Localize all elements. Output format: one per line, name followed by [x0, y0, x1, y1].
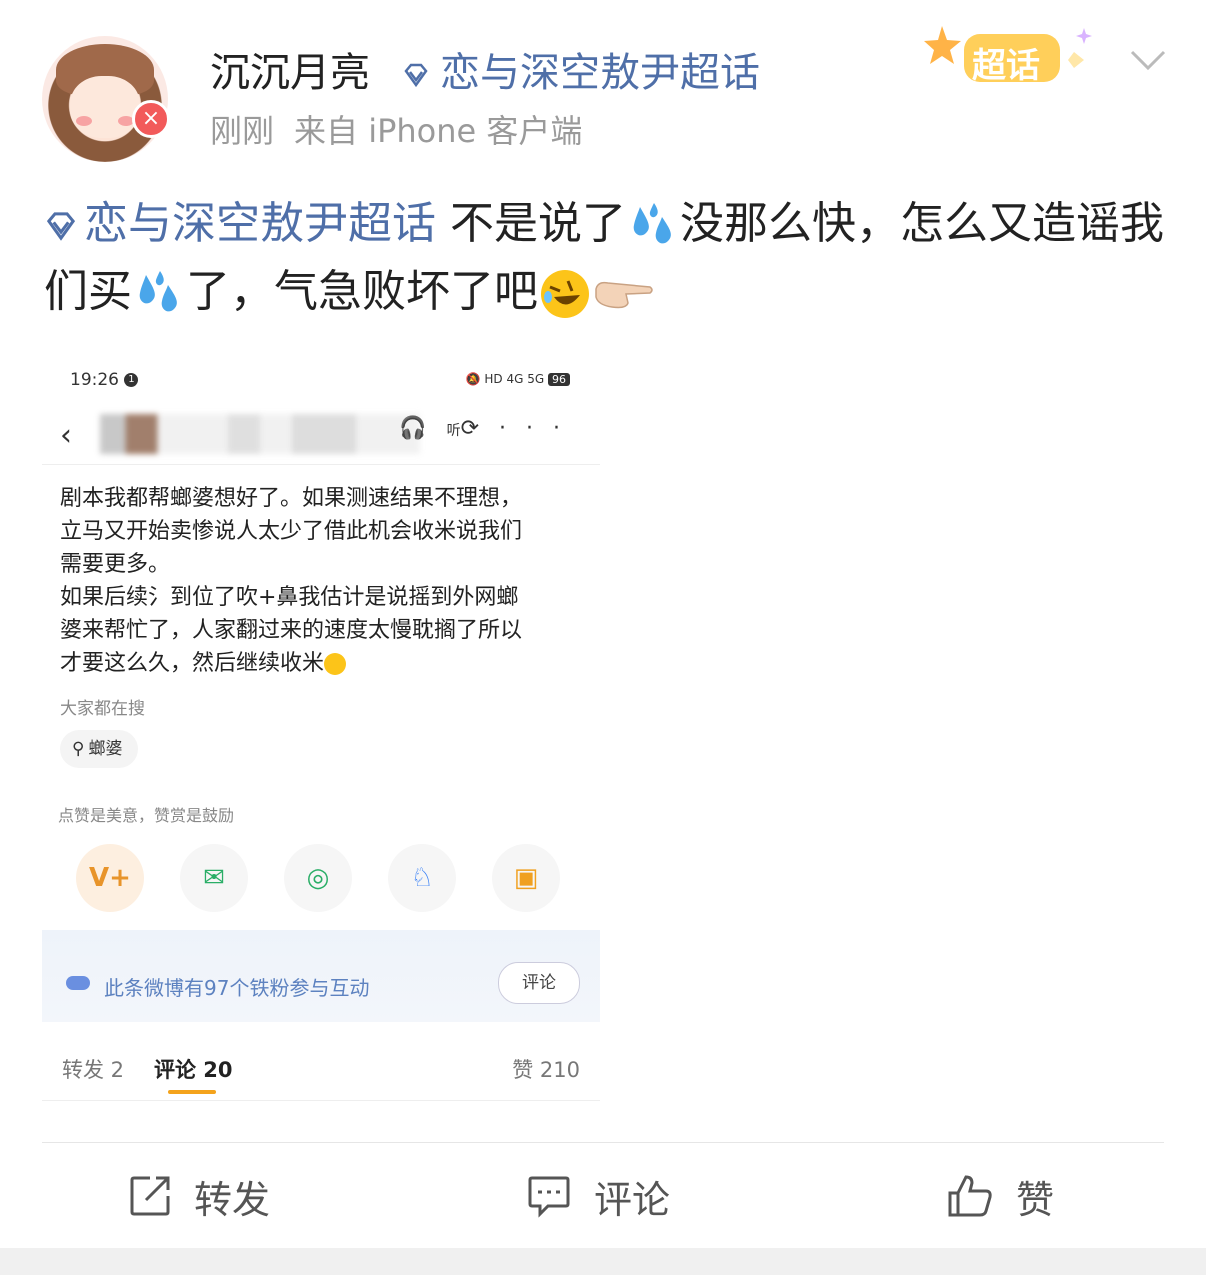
- bottom-separator: [0, 1248, 1206, 1275]
- pointing-hand-emoji-icon: [595, 281, 653, 309]
- mute-bell-icon: 🔕: [465, 372, 481, 386]
- avatar[interactable]: [42, 36, 168, 162]
- body-line: 如果后续氵到位了吹+鼻我估计是说摇到外网螂: [60, 585, 519, 610]
- trending-search-chip[interactable]: ⚲ 螂婆: [60, 730, 139, 768]
- embedded-post-body: 剧本我都帮螂婆想好了。如果测速结果不理想， 立马又开始卖惨说人太少了借此机会收米…: [60, 482, 585, 680]
- avatar-blush: [76, 116, 92, 126]
- close-badge-icon: ×: [132, 100, 170, 138]
- status-bar-time: 19:26 1: [70, 370, 139, 390]
- tab-comment[interactable]: 评论 20: [154, 1054, 233, 1084]
- comment-label: 评论: [594, 1177, 671, 1222]
- praise-hint: 点赞是美意，赞赏是鼓励: [58, 806, 235, 825]
- signal-5g-label: 5G: [527, 372, 545, 386]
- status-bar-icons: 🔕 HD 4G 5G 96: [466, 372, 570, 386]
- back-arrow-icon[interactable]: ‹: [60, 418, 72, 453]
- fans-comment-button[interactable]: 评论: [498, 962, 580, 1004]
- embedded-tabs: 转发 2 评论 20 赞 210: [42, 1036, 600, 1101]
- body-line: 剧本我都帮螂婆想好了。如果测速结果不理想，: [60, 486, 523, 511]
- embedded-nav-bar: ‹ 🎧听⟳···: [42, 404, 600, 465]
- battery-level: 96: [548, 373, 570, 386]
- search-icon: ⚲: [72, 739, 85, 759]
- super-topic-badge[interactable]: 超话: [924, 22, 1104, 96]
- sweat-drops-emoji-icon: [633, 203, 671, 244]
- super-topic-badge-label: 超话: [972, 46, 1040, 86]
- rolling-laughing-emoji-icon: [541, 270, 589, 318]
- post-text-part: 了，气急败坏了吧: [186, 266, 538, 317]
- body-line: 才要这么久，然后继续收米: [60, 647, 585, 680]
- fans-interaction-text: 此条微博有97个铁粉参与互动: [104, 976, 370, 1000]
- vip-reward-icon[interactable]: V+: [76, 844, 144, 912]
- sweat-drops-emoji-icon: [139, 271, 177, 312]
- post-time: 刚刚: [210, 112, 275, 150]
- diamond-icon: [404, 63, 428, 88]
- body-line: 需要更多。: [60, 552, 171, 577]
- body-line: 婆来帮忙了，人家翻过来的速度太慢耽搁了所以: [60, 618, 523, 643]
- share-row: V+ ✉ ◎ ♘ ▣: [76, 844, 576, 914]
- username[interactable]: 沉沉月亮: [210, 40, 370, 98]
- post-text-part: 不是说了: [436, 198, 626, 249]
- avatar-face: [70, 76, 140, 138]
- shushing-face-emoji-icon: [324, 653, 347, 675]
- body-line: 立马又开始卖惨说人太少了借此机会收米说我们: [60, 519, 523, 544]
- active-tab-underline: [168, 1090, 216, 1094]
- save-image-icon[interactable]: ▣: [492, 844, 560, 912]
- embedded-screenshot[interactable]: 19:26 1 🔕 HD 4G 5G 96 ‹ 🎧听⟳··· 剧本我都帮螂婆想好…: [42, 356, 600, 1101]
- comment-icon: [528, 1176, 570, 1218]
- hd-label: HD: [484, 372, 503, 386]
- divider: [42, 1142, 1164, 1143]
- like-label: 赞: [1016, 1177, 1055, 1222]
- post-meta: 刚刚 来自 iPhone 客户端: [210, 106, 602, 152]
- nav-actions: 🎧听⟳···: [399, 416, 580, 441]
- blurred-username: [100, 414, 420, 454]
- refresh-search-icon[interactable]: ⟳: [461, 416, 499, 441]
- post-source: 来自 iPhone 客户端: [294, 112, 583, 150]
- notification-count-icon: 1: [124, 373, 139, 387]
- diamond-icon: [46, 212, 76, 241]
- comment-button[interactable]: 评论: [526, 1168, 670, 1224]
- share-icon: [130, 1176, 170, 1216]
- more-dots-icon[interactable]: ···: [499, 416, 580, 441]
- moments-icon[interactable]: ◎: [284, 844, 352, 912]
- signal-4g-label: 4G: [506, 372, 524, 386]
- tab-repost[interactable]: 转发 2: [62, 1054, 124, 1084]
- like-button[interactable]: 赞: [946, 1168, 1054, 1224]
- super-topic-name: 恋与深空敖尹超话: [440, 50, 760, 96]
- listen-headphone-icon[interactable]: 🎧听: [399, 416, 460, 441]
- trending-search-label: 大家都在搜: [60, 699, 145, 719]
- repost-button[interactable]: 转发: [128, 1168, 270, 1224]
- qq-icon[interactable]: ♘: [388, 844, 456, 912]
- super-topic-link[interactable]: 恋与深空敖尹超话: [402, 40, 760, 98]
- tab-like[interactable]: 赞 210: [512, 1054, 580, 1084]
- fans-icon: [66, 976, 90, 990]
- chevron-down-icon[interactable]: [1128, 46, 1168, 76]
- repost-label: 转发: [194, 1177, 271, 1222]
- post-text: 恋与深空敖尹超话 不是说了 没那么快，怎么又造谣我们买 了，气急败坏了吧: [44, 190, 1164, 326]
- thumbs-up-icon: [948, 1175, 992, 1217]
- wechat-icon[interactable]: ✉: [180, 844, 248, 912]
- post-topic-link[interactable]: 恋与深空敖尹超话: [84, 198, 436, 249]
